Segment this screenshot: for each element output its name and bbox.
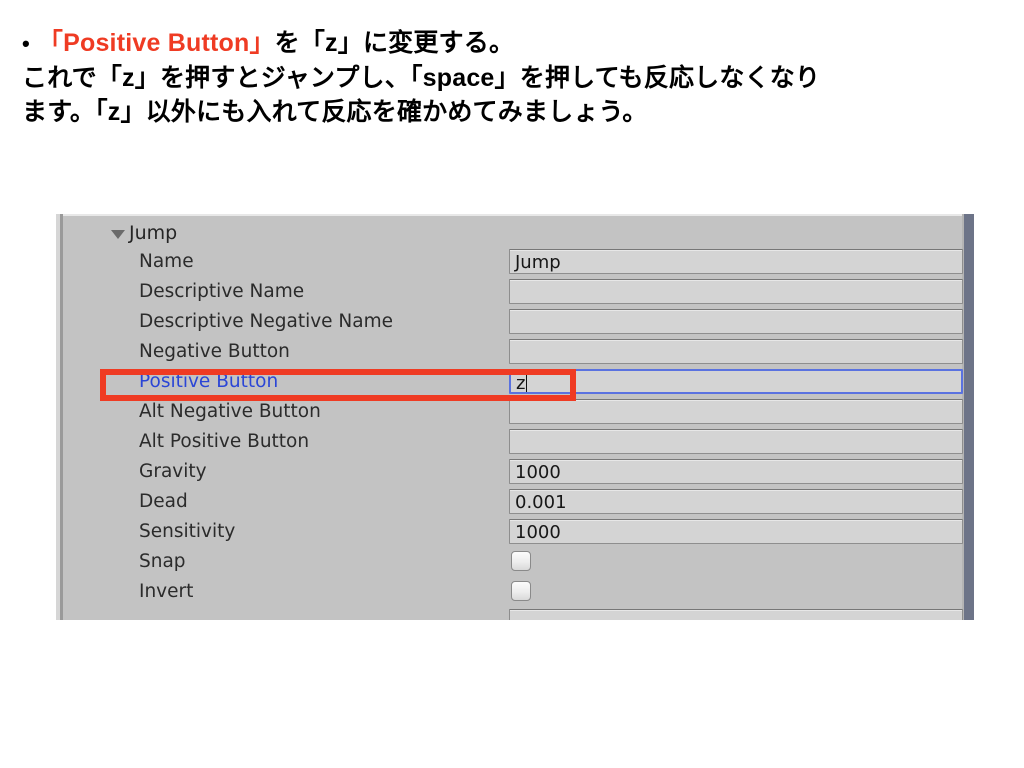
property-field-value: Jump (515, 252, 561, 273)
property-text-field[interactable] (509, 309, 963, 334)
property-label: Name (139, 251, 194, 272)
property-label: Alt Negative Button (139, 401, 321, 422)
property-text-field[interactable]: 1000 (509, 519, 963, 544)
vertical-scrollbar[interactable] (964, 214, 974, 620)
property-row: Negative Button (63, 338, 963, 368)
property-label: Gravity (139, 461, 207, 482)
property-text-field[interactable] (509, 429, 963, 454)
foldout-jump[interactable]: Jump (63, 219, 177, 247)
property-label: Sensitivity (139, 521, 236, 542)
chevron-down-icon[interactable] (111, 229, 125, 239)
property-label: Descriptive Name (139, 281, 305, 302)
property-row: Dead 0.001 (63, 488, 963, 518)
property-row: Invert (63, 578, 962, 608)
property-row: Alt Negative Button (63, 398, 963, 428)
property-field-value: 1000 (515, 462, 561, 483)
property-rows: Name Jump Descriptive Name Descriptive Nega… (63, 248, 963, 620)
property-field-value: z (516, 373, 528, 394)
property-text-field[interactable] (509, 279, 963, 304)
property-label: Dead (139, 491, 188, 512)
property-text-field[interactable]: 1000 (509, 459, 963, 484)
property-checkbox[interactable] (511, 551, 531, 571)
instruction-line-1: • 「Positive Button」 を「z」に変更する。 (22, 26, 1012, 61)
property-label: Positive Button (139, 371, 279, 392)
property-label: Descriptive Negative Name (139, 311, 394, 332)
property-text-field[interactable]: Jump (509, 249, 963, 274)
property-checkbox[interactable] (511, 581, 531, 601)
property-text-field[interactable]: z (509, 369, 963, 394)
property-field-partial[interactable] (509, 609, 963, 620)
property-field-value: 0.001 (515, 492, 567, 513)
inspector-content: Jump Name Jump Descriptive Name Descriptive… (63, 214, 963, 620)
property-label: Alt Positive Button (139, 431, 310, 452)
property-row: Positive Button z (63, 368, 963, 398)
text-caret (526, 375, 528, 392)
property-text-field[interactable] (509, 399, 963, 424)
property-row: Sensitivity 1000 (63, 518, 963, 548)
instruction-line-1-emphasis: 「Positive Button」 (37, 29, 275, 57)
foldout-jump-label: Jump (129, 222, 178, 244)
property-label: Invert (139, 581, 194, 602)
instruction-text-block: • 「Positive Button」 を「z」に変更する。 これで「z」を押す… (22, 26, 1012, 129)
property-row: Descriptive Negative Name (63, 308, 963, 338)
instruction-line-2: これで「z」を押すとジャンプし、「space」を押しても反応しなくなり (22, 64, 821, 92)
property-row: Descriptive Name (63, 278, 963, 308)
property-text-field[interactable] (509, 339, 963, 364)
property-label: Negative Button (139, 341, 290, 362)
property-label: Snap (139, 551, 186, 572)
property-row (63, 608, 963, 620)
property-row: Gravity 1000 (63, 458, 963, 488)
instruction-line-1-rest: を「z」に変更する。 (274, 29, 515, 57)
property-row: Alt Positive Button (63, 428, 963, 458)
property-row: Name Jump (63, 248, 963, 278)
property-row: Snap (63, 548, 962, 578)
property-text-field[interactable]: 0.001 (509, 489, 963, 514)
instruction-line-3: ます。「z」以外にも入れて反応を確かめてみましょう。 (22, 98, 648, 126)
property-field-value: 1000 (515, 522, 561, 543)
bullet-icon: • (22, 31, 30, 56)
unity-inspector-panel: Jump Name Jump Descriptive Name Descriptive… (56, 214, 974, 620)
